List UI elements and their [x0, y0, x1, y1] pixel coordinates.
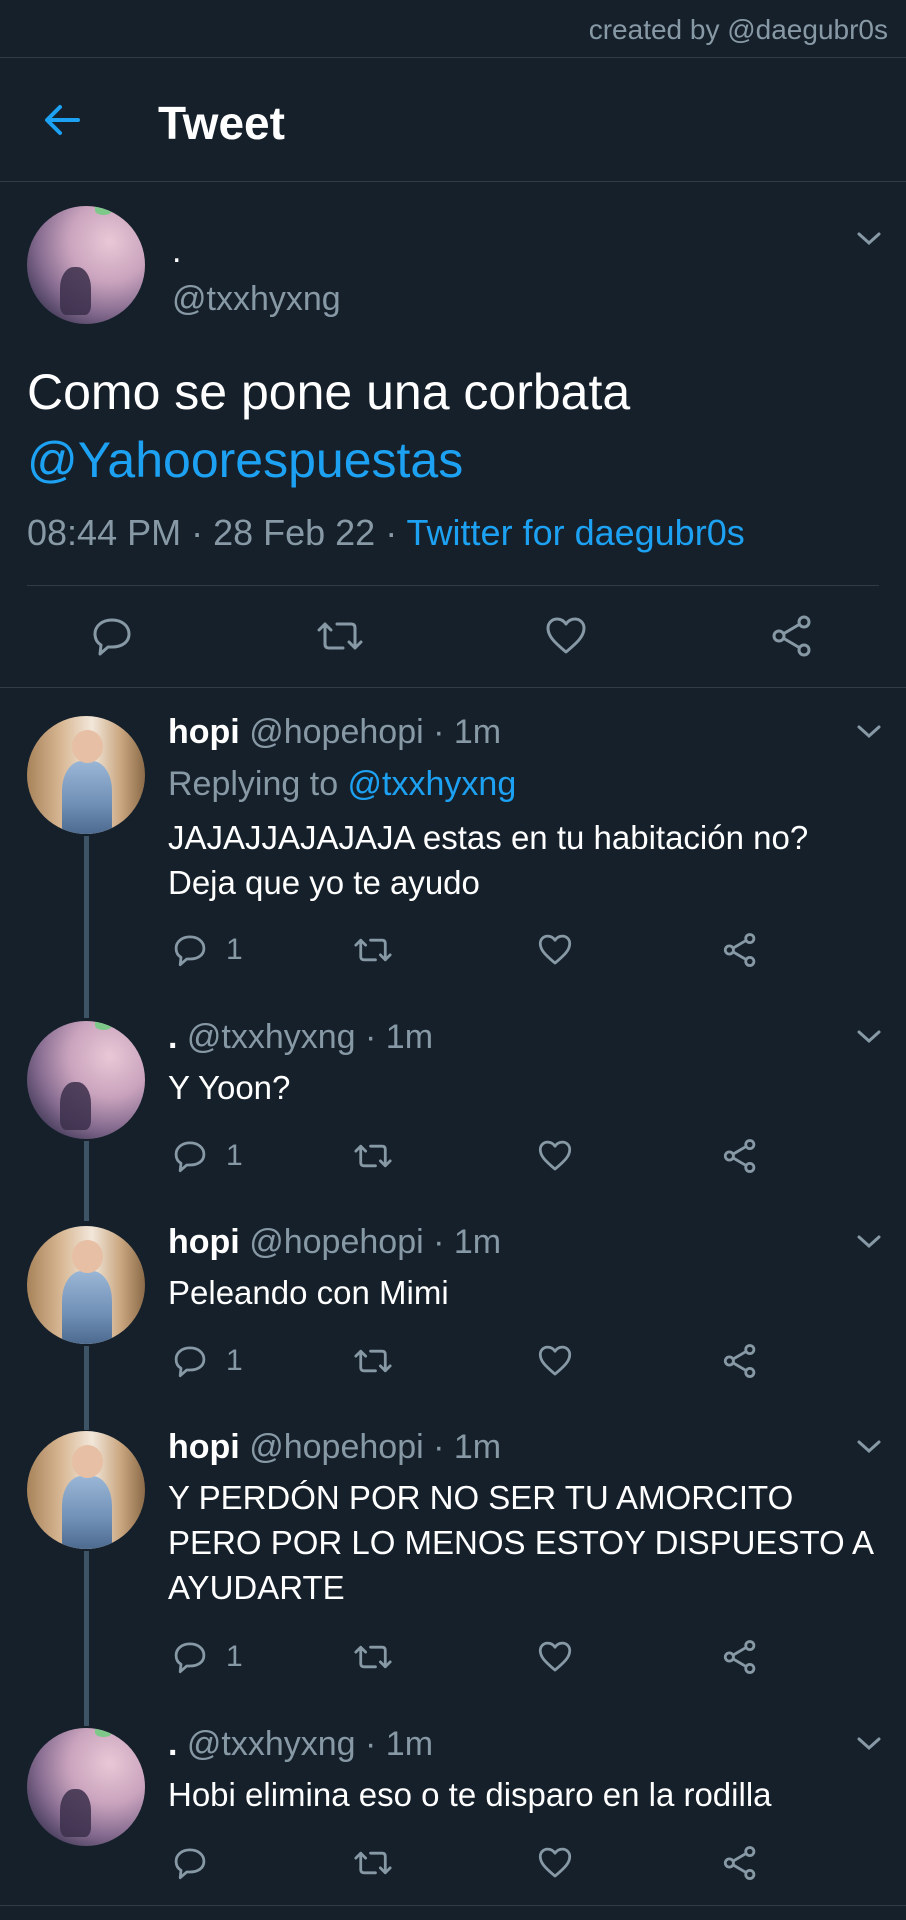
avatar[interactable] [27, 716, 145, 834]
avatar[interactable] [27, 1431, 145, 1549]
thread-line [84, 836, 89, 1018]
reply-line: AYUDARTE [168, 1569, 345, 1606]
reply-line: Y Yoon? [168, 1069, 291, 1106]
reply-line: JAJAJJAJAJAJA estas en tu habitación no? [168, 819, 809, 856]
tweet-time: 08:44 PM · 28 Feb 22 · [27, 512, 407, 553]
author-name[interactable]: . [172, 232, 181, 271]
reply-handle[interactable]: @hopehopi · 1m [249, 1223, 501, 1261]
divider [0, 687, 906, 688]
share-icon[interactable] [722, 1343, 758, 1379]
divider [0, 1905, 906, 1906]
reply-name[interactable]: hopi [168, 1223, 240, 1261]
divider [27, 585, 879, 586]
heart-icon[interactable] [537, 1639, 573, 1675]
replying-handle[interactable]: @txxhyxng [348, 765, 517, 803]
retweet-icon[interactable] [352, 1639, 394, 1675]
tweet-body: Como se pone una corbata [27, 364, 631, 420]
reply-icon[interactable] [172, 1639, 208, 1675]
thread-line [84, 1141, 89, 1221]
heart-icon[interactable] [537, 1343, 573, 1379]
author-handle[interactable]: @txxhyxng [172, 280, 341, 319]
page-title: Tweet [158, 97, 285, 149]
avatar[interactable] [27, 1728, 145, 1846]
reply-line: Peleando con Mimi [168, 1274, 449, 1311]
reply-count: 1 [226, 1139, 243, 1172]
reply-line: Hobi elimina eso o te disparo en la rodi… [168, 1776, 772, 1813]
reply-count: 1 [226, 933, 243, 966]
reply-icon[interactable] [172, 932, 208, 968]
reply-count: 1 [226, 1344, 243, 1377]
chevron-down-icon[interactable] [855, 1438, 883, 1456]
tweet-source[interactable]: Twitter for daegubr0s [407, 512, 745, 553]
thread-line [84, 1551, 89, 1726]
reply-handle[interactable]: @hopehopi · 1m [249, 1428, 501, 1466]
retweet-icon[interactable] [352, 1138, 394, 1174]
reply-header: . @txxhyxng · 1m [168, 1018, 433, 1057]
retweet-icon[interactable] [315, 614, 365, 658]
share-icon[interactable] [722, 1138, 758, 1174]
reply-count: 1 [226, 1640, 243, 1673]
heart-icon[interactable] [537, 932, 573, 968]
reply-header: hopi @hopehopi · 1m [168, 1223, 501, 1262]
reply-handle[interactable]: @hopehopi · 1m [249, 713, 501, 751]
retweet-icon[interactable] [352, 932, 394, 968]
reply-name[interactable]: . [168, 1725, 177, 1763]
arrow-left-icon[interactable] [40, 98, 84, 142]
share-icon[interactable] [722, 1845, 758, 1881]
avatar[interactable] [27, 1021, 145, 1139]
reply-text: Hobi elimina eso o te disparo en la rodi… [168, 1772, 888, 1817]
reply-name[interactable]: hopi [168, 713, 240, 751]
reply-header: . @txxhyxng · 1m [168, 1725, 433, 1764]
reply-text: Y PERDÓN POR NO SER TU AMORCITO PERO POR… [168, 1475, 888, 1610]
avatar[interactable] [27, 206, 145, 324]
chevron-down-icon[interactable] [855, 1735, 883, 1753]
chevron-down-icon[interactable] [855, 1028, 883, 1046]
mention-link[interactable]: @Yahoorespuestas [27, 426, 887, 494]
reply-header: hopi @hopehopi · 1m [168, 713, 501, 752]
replying-label: Replying to [168, 765, 348, 803]
chevron-down-icon[interactable] [855, 230, 883, 248]
avatar[interactable] [27, 1226, 145, 1344]
reply-icon[interactable] [172, 1138, 208, 1174]
retweet-icon[interactable] [352, 1343, 394, 1379]
tweet-meta: 08:44 PM · 28 Feb 22 · Twitter for daegu… [27, 512, 745, 554]
chevron-down-icon[interactable] [855, 1233, 883, 1251]
reply-icon[interactable] [172, 1343, 208, 1379]
retweet-icon[interactable] [352, 1845, 394, 1881]
credit-bar: created by @daegubr0s [0, 0, 906, 58]
share-icon[interactable] [722, 932, 758, 968]
reply-line: Deja que yo te ayudo [168, 864, 480, 901]
chevron-down-icon[interactable] [855, 723, 883, 741]
tweet-text: Como se pone una corbata @Yahoorespuesta… [27, 358, 887, 494]
replying-to: Replying to @txxhyxng [168, 765, 516, 804]
reply-handle[interactable]: @txxhyxng · 1m [187, 1018, 433, 1056]
reply-text: Peleando con Mimi [168, 1270, 888, 1315]
credit-text: created by @daegubr0s [588, 14, 888, 45]
reply-header: hopi @hopehopi · 1m [168, 1428, 501, 1467]
reply-text: JAJAJJAJAJAJA estas en tu habitación no?… [168, 815, 888, 905]
reply-line: Y PERDÓN POR NO SER TU AMORCITO [168, 1479, 794, 1516]
thread-line [84, 1346, 89, 1430]
heart-icon[interactable] [537, 1845, 573, 1881]
reply-name[interactable]: . [168, 1018, 177, 1056]
top-bar: Tweet [0, 58, 906, 182]
share-icon[interactable] [770, 614, 814, 658]
reply-icon[interactable] [172, 1845, 208, 1881]
reply-icon[interactable] [90, 614, 134, 658]
heart-icon[interactable] [544, 614, 588, 658]
reply-text: Y Yoon? [168, 1065, 888, 1110]
reply-handle[interactable]: @txxhyxng · 1m [187, 1725, 433, 1763]
share-icon[interactable] [722, 1639, 758, 1675]
heart-icon[interactable] [537, 1138, 573, 1174]
reply-line: PERO POR LO MENOS ESTOY DISPUESTO A [168, 1524, 875, 1561]
reply-name[interactable]: hopi [168, 1428, 240, 1466]
